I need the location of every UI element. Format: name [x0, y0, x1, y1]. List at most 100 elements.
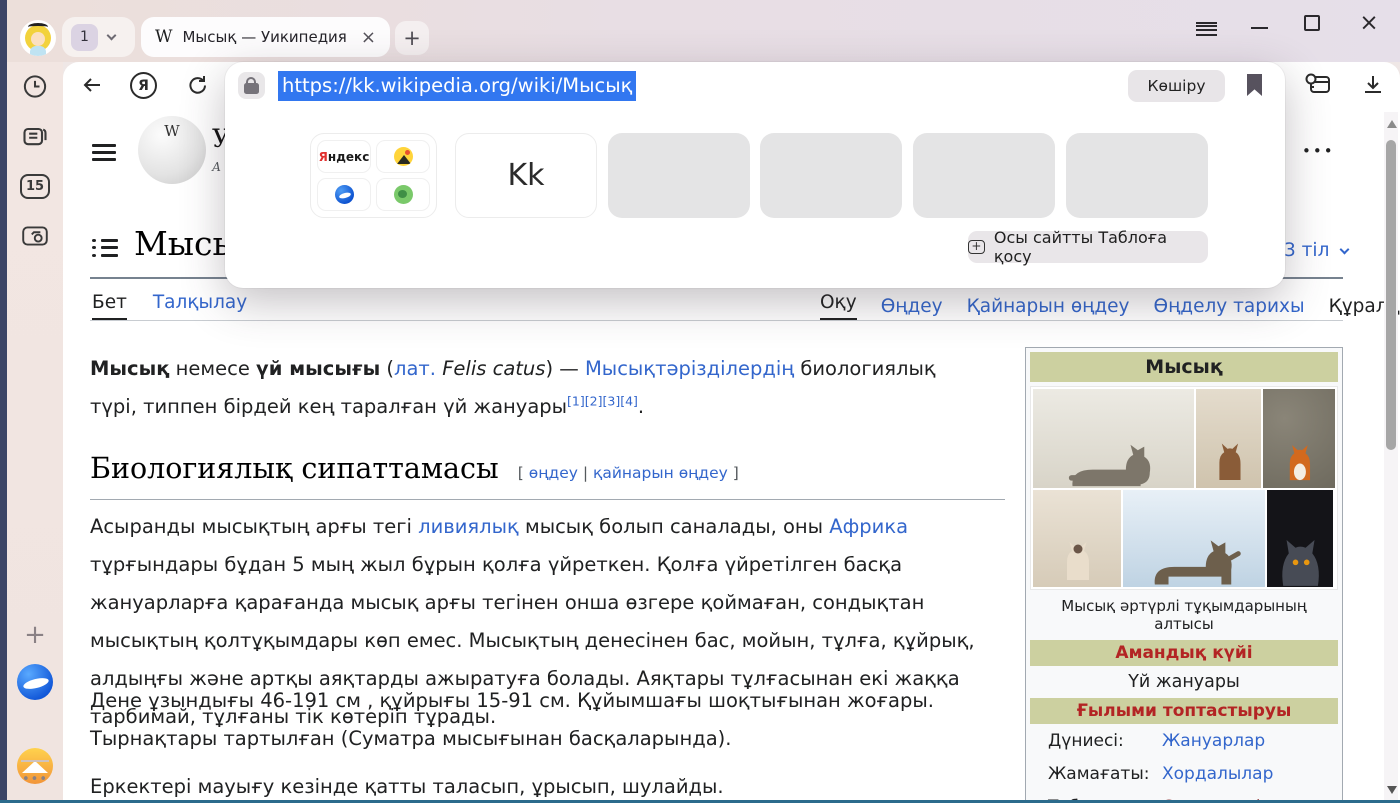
browser-topbar: 1 W Мысық — Уикипедия × + × [7, 0, 1400, 62]
chevron-down-icon [1340, 244, 1350, 254]
tab-history[interactable]: Өңделу тарихы [1154, 296, 1305, 317]
tabs-counter[interactable]: 15 [20, 174, 50, 199]
profile-avatar[interactable] [20, 20, 56, 56]
ref-1[interactable]: [1] [567, 394, 585, 409]
scrollbar-thumb[interactable] [1386, 140, 1396, 450]
cat-photo-tabby-lying [1033, 389, 1194, 488]
taxonomy-label: Жамағаты: [1030, 764, 1162, 784]
cat-photo-collage [1030, 386, 1338, 590]
plus-box-icon: + [968, 240, 985, 254]
sidebar-more-icon[interactable]: ••• [22, 772, 48, 787]
tab-close-icon[interactable]: × [361, 27, 376, 48]
section-edit-source-link[interactable]: қайнарын өңдеу [593, 464, 728, 482]
yandex-disk-icon[interactable] [317, 178, 371, 211]
tablo-tile-empty [608, 133, 750, 218]
new-tab-button[interactable]: + [395, 21, 429, 55]
intro-paragraph: Мысық немесе үй мысығы (лат. Felis catus… [90, 350, 970, 426]
history-icon[interactable] [22, 73, 49, 100]
tab-group-selector[interactable]: 1 [62, 17, 135, 57]
wikipedia-tagline: А [212, 160, 221, 174]
taxonomy-row: Дүниесі: Жануарлар [1030, 724, 1338, 757]
reload-button[interactable] [185, 73, 209, 101]
tab-group-count: 1 [71, 24, 98, 51]
add-to-tablo-button[interactable]: + Осы сайтты Таблоға қосу [968, 231, 1208, 263]
infobox-status-header: Амандық күйі [1030, 640, 1338, 666]
section-edit-link[interactable]: өңдеу [529, 464, 578, 482]
url-input[interactable]: https://kk.wikipedia.org/wiki/Мысық [278, 71, 636, 101]
toc-icon[interactable] [92, 234, 118, 261]
ref-3[interactable]: [3] [602, 394, 620, 409]
yandex-logo-tile[interactable]: Яндекс [317, 140, 371, 173]
link-libyan[interactable]: ливиялық [418, 515, 519, 538]
bookmark-icon[interactable] [1247, 74, 1262, 96]
window-edge-accent [0, 0, 7, 803]
tab-title: Мысық — Уикипедия [182, 28, 346, 46]
section-divider [90, 499, 1005, 500]
omnibox-dropdown: https://kk.wikipedia.org/wiki/Мысық Көші… [225, 62, 1285, 288]
sidebar-divider [21, 760, 49, 762]
tab-talk[interactable]: Талқылау [153, 292, 247, 321]
cat-photo-abyssinian [1196, 389, 1262, 488]
infobox-status-value: Үй жануары [1030, 666, 1338, 698]
tablo-tile-empty [913, 133, 1055, 218]
yandex-images-icon[interactable] [376, 140, 430, 173]
yandex-letter: Я [138, 78, 149, 94]
cat-photo-ginger [1263, 389, 1335, 488]
tabs-divider [90, 320, 1343, 321]
ref-4[interactable]: [4] [620, 394, 638, 409]
ref-2[interactable]: [2] [585, 394, 603, 409]
taxonomy-link[interactable]: Хордалылар [1162, 764, 1273, 784]
yandex-search-button[interactable]: Я [130, 72, 157, 99]
tab-page[interactable]: Бет [92, 292, 127, 321]
tab-edit[interactable]: Өңдеу [881, 296, 943, 317]
browser-tab[interactable]: W Мысық — Уикипедия × [141, 17, 390, 57]
tablo-tile-kk-wikipedia[interactable]: Kk [455, 133, 597, 218]
link-latin[interactable]: лат. [394, 357, 436, 380]
chevron-down-icon [107, 30, 117, 40]
tab-edit-source[interactable]: Қайнарын өңдеу [967, 296, 1130, 317]
tab-read[interactable]: Оқу [820, 292, 857, 321]
tablo-tile-empty [1066, 133, 1208, 218]
paragraph-4: Еркектері мауығу кезінде қатты таласып, … [90, 768, 995, 803]
tablo-tile-empty [760, 133, 902, 218]
link-africa[interactable]: Африка [829, 515, 908, 538]
taxonomy-label: Дүниесі: [1030, 731, 1162, 751]
cat-photo-tabby-snow [1123, 490, 1265, 587]
screenshot-icon[interactable] [20, 222, 50, 250]
minimize-button[interactable] [1249, 12, 1269, 34]
cat-photo-siamese [1033, 490, 1121, 587]
tablo-tile-yandex-group[interactable]: Яндекс [310, 133, 437, 218]
header-more-menu[interactable]: ••• [1302, 142, 1335, 160]
lock-icon[interactable] [238, 72, 265, 99]
link-felidae[interactable]: Мысықтәрізділердің [585, 357, 794, 380]
copy-url-button[interactable]: Көшіру [1128, 70, 1225, 102]
feed-icon[interactable] [21, 122, 49, 150]
browser-menu-icon[interactable] [1196, 12, 1217, 34]
passwords-icon[interactable] [1303, 71, 1333, 103]
browser-window: Я W У А у ••• Мысық 3 тіл [0, 0, 1400, 803]
yandex-green-service-icon[interactable] [376, 178, 430, 211]
maximize-button[interactable] [1302, 12, 1322, 34]
cat-photo-gray [1267, 490, 1333, 587]
latin-name: Felis catus [442, 357, 545, 380]
taxonomy-link[interactable]: Жануарлар [1162, 731, 1265, 751]
back-button[interactable] [80, 73, 104, 101]
alice-assistant-icon[interactable] [17, 664, 53, 700]
infobox: Мысық [1025, 347, 1343, 803]
taxonomy-row: Жамағаты: Хордалылар [1030, 757, 1338, 790]
browser-sidebar: 15 + ••• [7, 62, 63, 803]
infobox-title: Мысық [1030, 352, 1338, 382]
paragraph-3: Дене ұзындығы 46-191 см , құйрығы 15-91 … [90, 682, 995, 758]
scrollbar-down-arrow[interactable] [1387, 786, 1397, 794]
window-close-button[interactable]: × [1358, 12, 1380, 34]
sidebar-add-icon[interactable]: + [24, 620, 46, 650]
wiki-menu-icon[interactable] [92, 140, 116, 165]
wikipedia-logo-letter: W [164, 122, 179, 140]
scrollbar-up-arrow[interactable] [1387, 120, 1397, 128]
section-heading: Биологиялық сипаттамасы [ өңдеу | қайнар… [90, 452, 739, 485]
wikipedia-favicon: W [155, 27, 172, 47]
infobox-caption: Мысық әртүрлі тұқымдарының алтысы [1030, 590, 1338, 640]
download-icon[interactable] [1361, 73, 1385, 101]
wikipedia-logo[interactable]: W [138, 116, 206, 184]
language-selector[interactable]: 3 тіл [1284, 240, 1348, 261]
